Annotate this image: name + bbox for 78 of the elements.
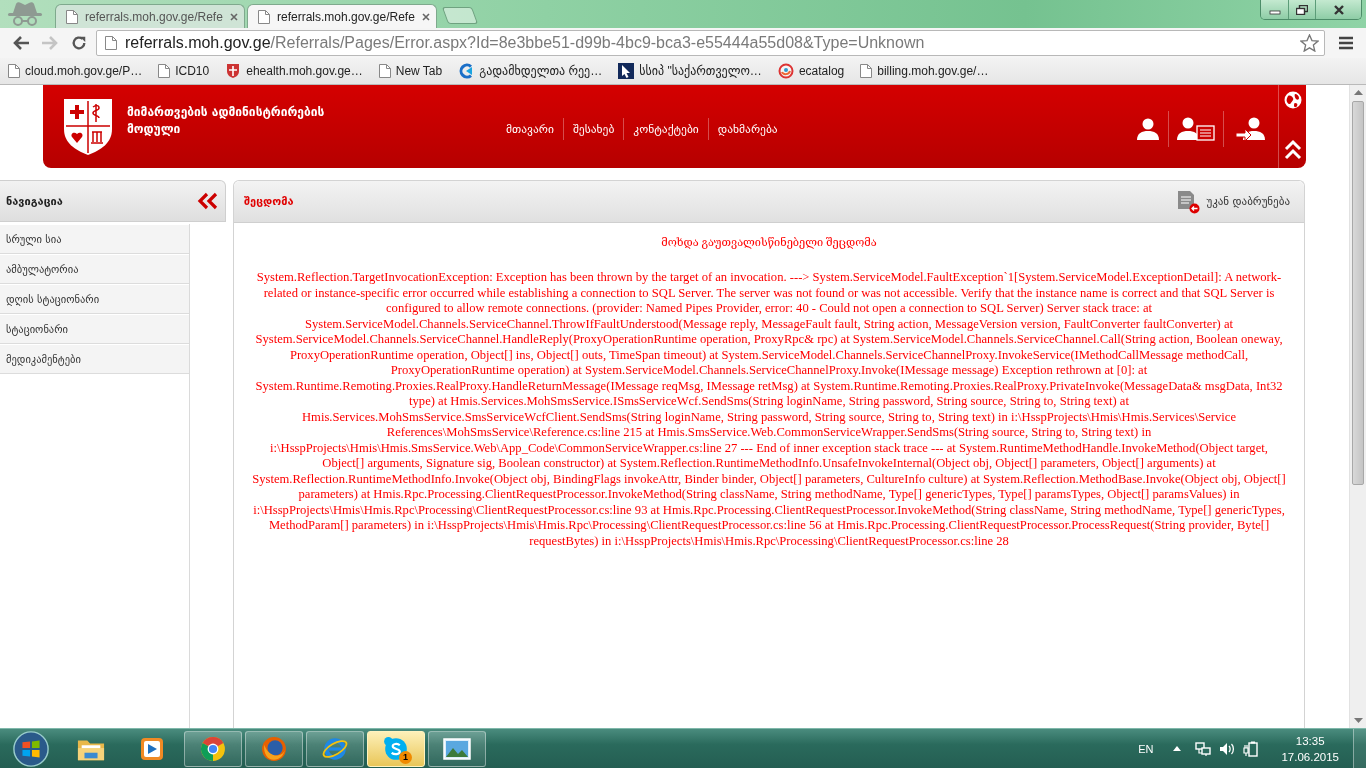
bookmark-link[interactable]: სსიპ "საქართველო… [615,61,765,81]
restore-button[interactable] [1288,0,1315,19]
page-icon [105,36,117,50]
nav-link[interactable]: შესახებ [562,117,624,140]
page-icon [258,9,270,24]
bookmark-link[interactable]: billing.moh.gov.ge/… [857,62,992,80]
site-title: მიმართვების ადმინისტრირების მოდული [127,103,326,138]
nav-link[interactable]: მთავარი [497,117,563,140]
user-icon [1136,117,1160,140]
sidebar-item[interactable]: დღის სტაციონარი [0,284,189,314]
page-icon [378,64,391,78]
sidebar-item[interactable]: სტაციონარი [0,314,189,344]
close-window-button[interactable] [1315,0,1361,19]
start-orb-icon [12,729,50,768]
page-icon [66,9,78,24]
taskbar-button[interactable]: 1 [367,730,425,767]
network-icon[interactable] [1195,740,1212,757]
bookmark-link[interactable]: ehealth.moh.gov.ge… [222,61,366,81]
globe-icon[interactable] [1283,91,1302,109]
restore-icon [1296,4,1308,15]
sidebar-item[interactable]: სრული სია [0,224,189,254]
menu-icon [1337,36,1354,50]
bookmark-link[interactable]: cloud.moh.gov.ge/P… [5,62,146,80]
page-icon [158,64,171,78]
incognito-icon [5,0,45,27]
bookmark-link[interactable]: გადამხდელთა რეე… [455,61,606,81]
sidebar-item[interactable]: მედიკამენტები [0,344,189,374]
swirl-icon [777,63,794,79]
shield-logo[interactable] [63,97,113,156]
scrollbar[interactable] [1349,85,1366,728]
browser-tab[interactable]: referrals.moh.gov.ge/Refe [55,4,245,28]
taskbar-button[interactable] [245,730,303,767]
close-icon[interactable] [229,12,238,21]
document-icon [1176,189,1201,214]
nav-link[interactable]: კონტაქტები [623,117,708,140]
triangle-up-icon[interactable] [1173,746,1182,751]
error-details: System.Reflection.TargetInvocationException: Exception has been thrown by the target of an invocation. ---> System.ServiceModel.FaultException`1[System.ServiceModel.ExceptionDetail]: A network-related or instance-specific error occurred while establishing a connection to SQL Server. The server was not found or was not accessible. Verify that the instance name is correct and that SQL Server is configured to allow remote connections. (provider: Named Pipes Provider, error: 40 - Could not open a connection to SQL Server) Server stack trace: at System.ServiceModel.Channels.ServiceChannel.ThrowIfFaultUnderstood(Message reply, MessageFault fault, String action, MessageVersion version, FaultConverter faultConverter) at System.ServiceModel.Channels.ServiceChannel.HandleReply(ProxyOperationRuntime operation, ProxyRpc& rpc) at System.ServiceModel.Channels.ServiceChannel.Call(String action, Boolean oneway, ProxyOperationRuntime operation, Object[] ins, Object[] outs, TimeSpan timeout) at System.ServiceModel.Channels.ServiceChannelProxy.InvokeService(IMethodCallMessage methodCall, ProxyOperationRuntime operation) at System.ServiceModel.Channels.ServiceChannelProxy.Invoke(IMessage message) Exception rethrown at [0]: at System.Runtime.Remoting.Proxies.RealProxy.HandleReturnMessage(IMessage reqMsg, IMessage retMsg) at System.Runtime.Remoting.Proxies.RealProxy.PrivateInvoke(MessageData& msgData, Int32 type) at Hmis.Services.MohSmsService.ISmsServiceWcf.SendSms(String loginName, String password, String source, String to, String text) at Hmis.Services.MohSmsService.SmsServiceWcfClient.SendSms(String loginName, String password, String source, String to, String text) in i:\HsspProjects\Hmis\Hmis.Services\Service References\MohSmsService\Reference.cs:line 215 at Hmis.SmsService.Web.CommonServiceWrapper.SendSms(String source, String to, String text) in i:\HsspProjects\Hmis\Hmis.SmsService.Web\App_Code\CommonServiceWrapper.cs:line 27 --- End of inner exception stack trace --- at System.RuntimeMethodHandle.InvokeMethod(Object target, Object[] arguments, Signature sig, Boolean constructor) at System.Reflection.RuntimeMethodInfo.UnsafeInvokeInternal(Object obj, Object[] parameters, Object[] arguments) at System.Reflection.RuntimeMethodInfo.Invoke(Object obj, BindingFlags invokeAttr, Binder binder, Object[] parameters, CultureInfo culture) at System.Reflection.MethodBase.Invoke(Object obj, Object[] parameters) at Hmis.Rpc.Processing.ClientRequestProcessor.InvokeMethod(String className, String methodName, Type[] genericTypes, Type[] paramsTypes, Object[] paramsValues) in i:\HsspProjects\Hmis\Hmis.Rpc\Processing\ClientRequestProcessor.cs:line 93 at Hmis.Rpc.Processing.ClientRequestProcessor.InvokeMethod(String className, String methodName, Type[] genericTypes, MethodParam[] parameters) in i:\HsspProjects\Hmis\Hmis.Rpc\Processing\ClientRequestProcessor.cs:line 56 at Hmis.Rpc.Processing.ClientRequestProcessor.ProcessRequest(String provider, Byte[] requestBytes) in i:\HsspProjects\Hmis\Hmis.Rpc\Processing\ClientRequestProcessor.cs:line 28 [251,270,1287,549]
clock-time[interactable]: 13:35 [1295,732,1325,749]
user-list-icon [1177,116,1215,141]
collapse-sidebar-button[interactable] [197,192,219,210]
arrow-down-icon[interactable] [1353,718,1363,723]
arrow-up-icon[interactable] [1353,90,1363,95]
address-field[interactable]: referrals.moh.gov.ge/Referrals/Pages/Error.aspx?Id=8e3bbe51-d99b-4bc9-bca3-e55444a55d08&Type=Unknown [96,30,1325,56]
page-icon [8,64,20,78]
close-icon[interactable] [421,12,430,21]
star-icon[interactable] [1300,34,1319,52]
sidebar-title: ნავიგაცია [6,194,63,208]
close-icon [1332,4,1345,15]
error-message: მოხდა გაუთვალისწინებელი შეცდომა [660,235,878,250]
browser-tab[interactable]: referrals.moh.gov.ge/Refe [247,4,437,28]
taskbar-button[interactable] [184,730,242,767]
taskbar-button[interactable] [306,730,364,767]
play-icon [138,735,166,762]
bookmark-link[interactable]: ecatalog [774,61,848,81]
power-plug-icon[interactable] [1243,740,1260,757]
clock-date[interactable]: 17.06.2015 [1281,748,1339,765]
taskbar-button[interactable] [428,730,486,767]
landscape-photo-icon [443,735,471,762]
show-desktop-button[interactable] [1353,729,1366,768]
emblem-icon [225,63,242,79]
skype-icon [382,735,410,762]
user-arrow-icon [1236,116,1266,141]
sidebar-item[interactable]: ამბულატორია [0,254,189,284]
panel-title: შეცდომა [244,195,294,208]
firefox-icon [260,735,288,762]
nav-link[interactable]: დახმარება [707,117,787,140]
internet-explorer-icon [321,735,349,762]
chrome-icon [199,735,227,762]
circular-arrow-icon [458,63,475,79]
page-icon [860,64,873,78]
bookmark-link[interactable]: ICD10 [155,62,213,80]
cursor-icon [618,63,635,79]
back-button[interactable]: უკან დაბრუნება [1176,189,1290,214]
scrollbar-thumb[interactable] [1352,101,1364,485]
double-chevron-up-icon[interactable] [1283,139,1302,161]
language-indicator[interactable]: EN [1138,742,1154,755]
bookmark-link[interactable]: New Tab [375,62,446,80]
double-chevron-left-icon [197,192,219,210]
